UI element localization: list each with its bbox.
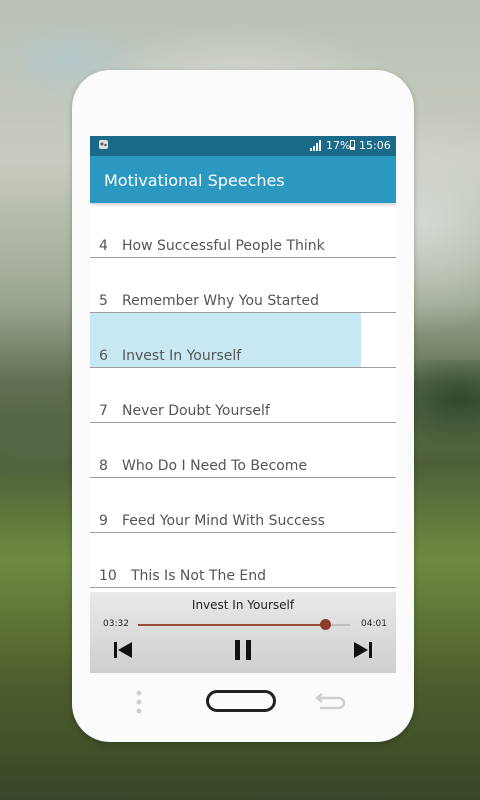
seek-thumb[interactable] <box>319 619 331 630</box>
home-button[interactable] <box>206 690 276 712</box>
list-item-title: Feed Your Mind With Success <box>122 513 325 529</box>
elapsed-time: 03:32 <box>103 619 129 629</box>
battery-percent: 17% <box>326 139 351 152</box>
list-item[interactable]: 4 How Successful People Think <box>90 203 396 258</box>
list-item[interactable]: 6 Invest In Yourself <box>90 313 396 368</box>
app-title: Motivational Speeches <box>104 171 285 190</box>
list-item[interactable]: 5 Remember Why You Started <box>90 258 396 313</box>
seek-bar[interactable] <box>138 619 350 630</box>
list-item-title: Invest In Yourself <box>122 348 242 364</box>
list-item-number: 4 <box>99 238 108 254</box>
list-item-number: 10 <box>99 568 117 584</box>
seek-progress <box>138 624 325 626</box>
skip-previous-icon <box>114 642 132 658</box>
skip-next-icon <box>354 642 372 658</box>
next-button[interactable] <box>352 639 374 661</box>
previous-button[interactable] <box>112 639 134 661</box>
back-button[interactable] <box>312 692 346 712</box>
pause-icon <box>235 640 251 660</box>
list-item-title: This Is Not The End <box>131 568 267 584</box>
back-arrow-icon <box>314 693 346 710</box>
now-playing-title: Invest In Yourself <box>191 598 295 612</box>
list-item-title: Never Doubt Yourself <box>122 403 270 419</box>
pause-button[interactable] <box>232 639 254 661</box>
notification-icon <box>99 140 108 149</box>
list-item[interactable]: 7 Never Doubt Yourself <box>90 368 396 423</box>
battery-icon <box>350 140 355 150</box>
clock: 15:06 <box>359 139 391 152</box>
menu-dots-button[interactable] <box>134 689 144 715</box>
phone-screen: 17% 15:06 Motivational Speeches 4 How Suc… <box>90 136 396 673</box>
list-item[interactable]: 8 Who Do I Need To Become <box>90 423 396 478</box>
list-item-number: 9 <box>99 513 108 529</box>
app-bar: Motivational Speeches <box>90 156 396 203</box>
list-item-title: How Successful People Think <box>122 238 325 254</box>
total-time: 04:01 <box>361 619 387 629</box>
list-item-number: 5 <box>99 293 108 309</box>
list-item-number: 7 <box>99 403 108 419</box>
list-item[interactable]: 9 Feed Your Mind With Success <box>90 478 396 533</box>
list-item-number: 6 <box>99 348 108 364</box>
list-item-title: Remember Why You Started <box>122 293 320 309</box>
list-item[interactable]: 10 This Is Not The End <box>90 533 396 588</box>
signal-icon <box>310 140 321 151</box>
menu-dots-icon <box>136 690 142 714</box>
status-bar: 17% 15:06 <box>90 136 396 156</box>
mini-player: Invest In Yourself 03:32 04:01 <box>90 592 396 673</box>
list-item-title: Who Do I Need To Become <box>122 458 308 474</box>
list-item-number: 8 <box>99 458 108 474</box>
